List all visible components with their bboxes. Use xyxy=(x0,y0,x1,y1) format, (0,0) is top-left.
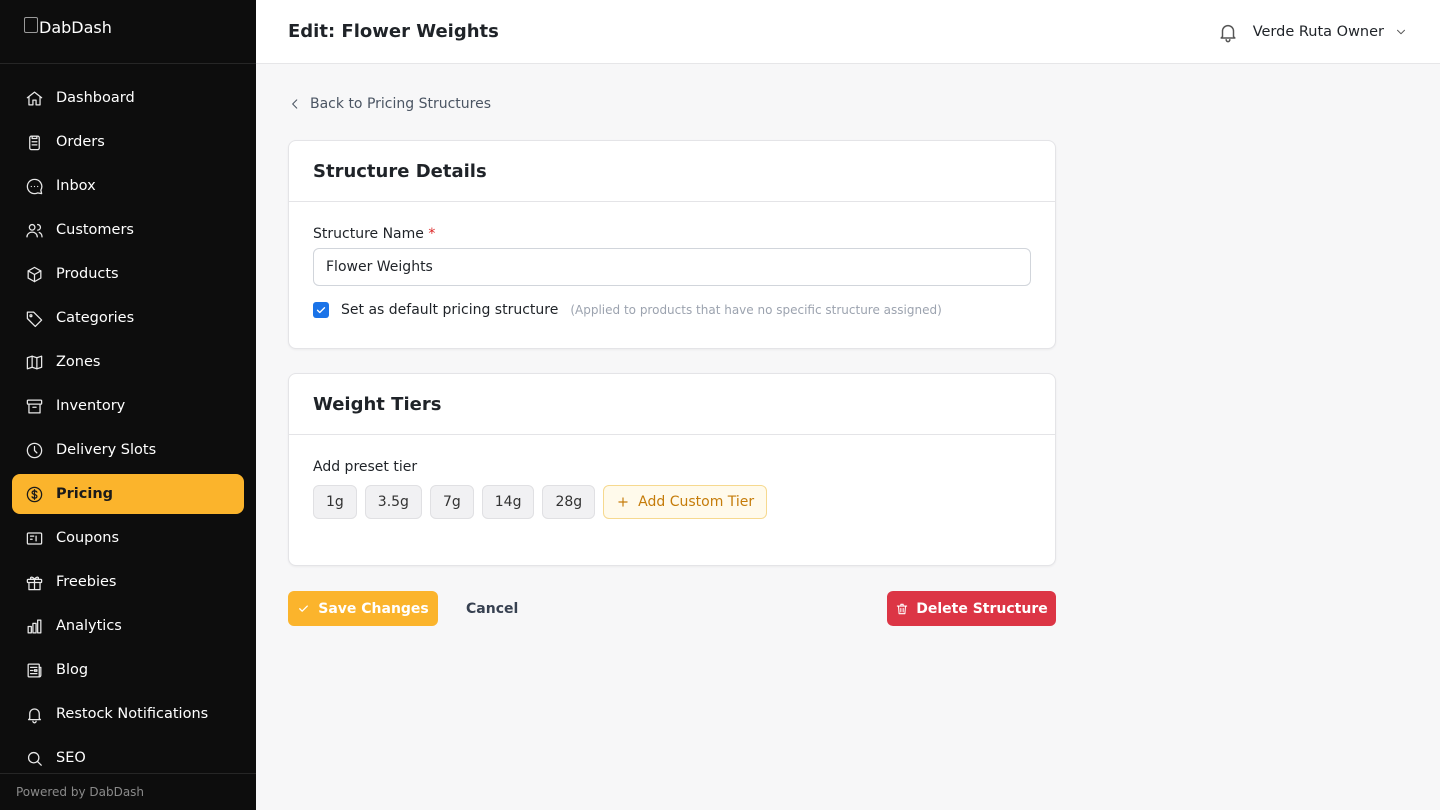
weight-tiers-title: Weight Tiers xyxy=(289,374,1055,435)
sidebar-item-label: Delivery Slots xyxy=(56,442,157,458)
ticket-icon xyxy=(24,528,44,548)
chat-icon xyxy=(24,176,44,196)
box-icon xyxy=(24,264,44,284)
add-custom-tier-label: Add Custom Tier xyxy=(638,494,755,510)
preset-tier-label: Add preset tier xyxy=(313,459,418,475)
clipboard-icon xyxy=(24,132,44,152)
newspaper-icon xyxy=(24,660,44,680)
structure-details-title: Structure Details xyxy=(289,141,1055,202)
sidebar-item-pricing[interactable]: Pricing xyxy=(12,474,244,514)
default-structure-hint: (Applied to products that have no specif… xyxy=(570,303,942,317)
logo-alt-text: DabDash xyxy=(39,18,112,37)
weight-tiers-card: Weight Tiers Add preset tier 1g 3.5g 7g … xyxy=(288,373,1056,566)
bell-icon xyxy=(24,704,44,724)
search-icon xyxy=(24,748,44,768)
chevron-left-icon xyxy=(292,99,298,109)
add-custom-tier-button[interactable]: Add Custom Tier xyxy=(603,485,768,519)
sidebar-item-analytics[interactable]: Analytics xyxy=(12,606,244,646)
sidebar-item-label: Freebies xyxy=(56,574,117,590)
sidebar-item-products[interactable]: Products xyxy=(12,254,244,294)
preset-tier-1g[interactable]: 1g xyxy=(313,485,357,519)
structure-name-label: Structure Name * xyxy=(313,226,1031,242)
sidebar-item-inventory[interactable]: Inventory xyxy=(12,386,244,426)
back-link-label: Back to Pricing Structures xyxy=(310,96,492,112)
sidebar-item-label: Coupons xyxy=(56,530,120,546)
sidebar-nav: Dashboard Orders Inbox Customers Product… xyxy=(0,64,256,778)
top-header: Edit: Flower Weights Verde Ruta Owner xyxy=(256,0,1440,64)
sidebar-item-freebies[interactable]: Freebies xyxy=(12,562,244,602)
sidebar-item-label: Pricing xyxy=(56,486,114,502)
required-marker: * xyxy=(428,226,436,242)
cancel-button[interactable]: Cancel xyxy=(454,591,530,626)
form-actions: Save Changes Cancel Delete Structure xyxy=(288,591,1056,627)
tag-icon xyxy=(24,308,44,328)
sidebar-footer: Powered by DabDash xyxy=(0,773,256,810)
sidebar-item-label: Analytics xyxy=(56,618,122,634)
clock-icon xyxy=(24,440,44,460)
sidebar-item-label: Blog xyxy=(56,662,89,678)
default-structure-checkbox[interactable] xyxy=(313,302,329,318)
sidebar-item-customers[interactable]: Customers xyxy=(12,210,244,250)
chevron-down-icon[interactable] xyxy=(1394,25,1408,39)
sidebar-item-label: Orders xyxy=(56,134,105,150)
default-structure-row: Set as default pricing structure (Applie… xyxy=(313,302,1031,318)
sidebar-item-seo[interactable]: SEO xyxy=(12,738,244,778)
sidebar-item-label: Dashboard xyxy=(56,90,135,106)
sidebar-item-label: Inbox xyxy=(56,178,96,194)
preset-tier-3-5g[interactable]: 3.5g xyxy=(364,485,422,519)
sidebar-item-label: Products xyxy=(56,266,119,282)
user-area: Verde Ruta Owner xyxy=(1217,21,1408,43)
sidebar-item-label: Restock Notifications xyxy=(56,706,209,722)
preset-tier-row: 1g 3.5g 7g 14g 28g Add Custom Tier xyxy=(313,485,1031,519)
user-name[interactable]: Verde Ruta Owner xyxy=(1253,24,1384,40)
gift-icon xyxy=(24,572,44,592)
check-icon xyxy=(316,307,326,314)
bar-chart-icon xyxy=(24,616,44,636)
map-icon xyxy=(24,352,44,372)
logo-row: DabDash xyxy=(0,0,256,64)
trash-icon xyxy=(897,603,908,614)
delete-structure-label: Delete Structure xyxy=(916,600,1048,617)
dollar-icon xyxy=(24,484,44,504)
archive-icon xyxy=(24,396,44,416)
sidebar-item-zones[interactable]: Zones xyxy=(12,342,244,382)
sidebar-item-orders[interactable]: Orders xyxy=(12,122,244,162)
sidebar-item-dashboard[interactable]: Dashboard xyxy=(12,78,244,118)
preset-tier-28g[interactable]: 28g xyxy=(542,485,596,519)
home-icon xyxy=(24,88,44,108)
broken-image-icon xyxy=(24,16,38,33)
sidebar-item-blog[interactable]: Blog xyxy=(12,650,244,690)
back-link[interactable]: Back to Pricing Structures xyxy=(288,96,491,112)
check-icon xyxy=(299,605,309,612)
sidebar-item-label: Customers xyxy=(56,222,134,238)
sidebar-item-inbox[interactable]: Inbox xyxy=(12,166,244,206)
logo[interactable]: DabDash xyxy=(24,16,112,37)
save-changes-label: Save Changes xyxy=(318,600,429,617)
sidebar-item-label: Categories xyxy=(56,310,135,326)
sidebar-item-coupons[interactable]: Coupons xyxy=(12,518,244,558)
structure-details-card: Structure Details Structure Name * Set a… xyxy=(288,140,1056,349)
preset-tier-7g[interactable]: 7g xyxy=(429,485,474,519)
notification-bell-icon[interactable] xyxy=(1217,21,1239,43)
structure-name-input[interactable] xyxy=(313,248,1031,286)
preset-tier-14g[interactable]: 14g xyxy=(481,485,535,519)
sidebar-item-label: Inventory xyxy=(56,398,126,414)
users-icon xyxy=(24,220,44,240)
sidebar-item-delivery-slots[interactable]: Delivery Slots xyxy=(12,430,244,470)
structure-name-label-text: Structure Name xyxy=(313,226,424,242)
plus-icon xyxy=(618,497,628,507)
save-changes-button[interactable]: Save Changes xyxy=(288,591,438,626)
sidebar-item-label: SEO xyxy=(56,750,86,766)
sidebar: DabDash Dashboard Orders Inbox Customers… xyxy=(0,0,256,810)
page-title: Edit: Flower Weights xyxy=(288,21,499,42)
sidebar-item-label: Zones xyxy=(56,354,101,370)
sidebar-item-restock-notifications[interactable]: Restock Notifications xyxy=(12,694,244,734)
delete-structure-button[interactable]: Delete Structure xyxy=(887,591,1056,626)
default-structure-label[interactable]: Set as default pricing structure xyxy=(341,302,558,318)
sidebar-item-categories[interactable]: Categories xyxy=(12,298,244,338)
